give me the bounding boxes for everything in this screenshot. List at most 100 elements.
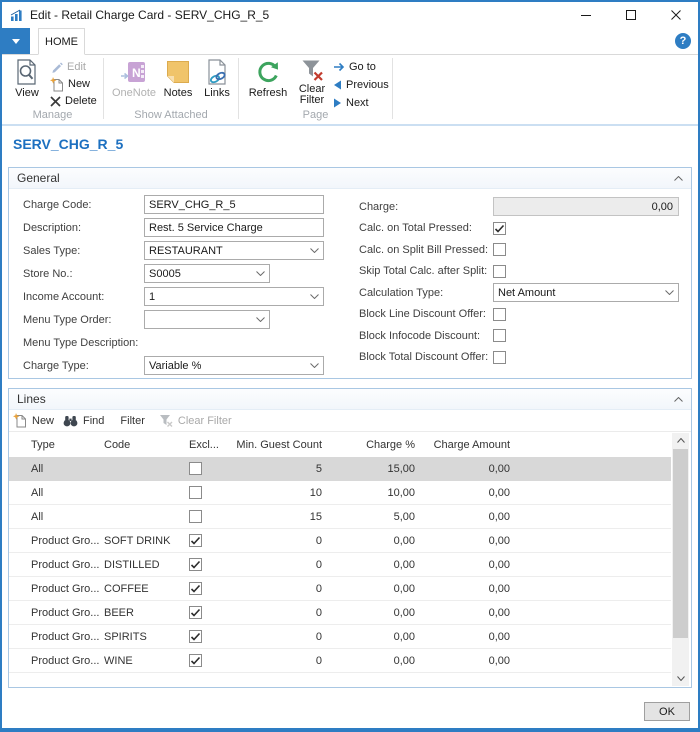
- excl-checkbox[interactable]: [189, 534, 202, 547]
- refresh-button[interactable]: Refresh: [245, 57, 291, 99]
- lines-find-button[interactable]: Find: [63, 415, 104, 427]
- calculation-type-select[interactable]: Net Amount: [493, 283, 679, 302]
- table-row[interactable]: Product Gro... COFFEE 0 0,00 0,00: [9, 577, 671, 601]
- menu-type-description-label: Menu Type Description:: [23, 337, 144, 349]
- income-account-select[interactable]: 1: [144, 287, 324, 306]
- excl-checkbox[interactable]: [189, 558, 202, 571]
- charge-label: Charge:: [359, 201, 493, 213]
- clear-filter-label: ClearFilter: [299, 84, 325, 106]
- vertical-scrollbar[interactable]: [672, 433, 689, 686]
- store-no-value: S0005: [149, 268, 181, 280]
- excl-checkbox[interactable]: [189, 510, 202, 523]
- onenote-button[interactable]: N OneNote: [110, 57, 158, 99]
- charge-type-select[interactable]: Variable %: [144, 356, 324, 375]
- scroll-up-icon[interactable]: [672, 433, 689, 448]
- close-button[interactable]: [653, 2, 698, 28]
- block-infocode-discount-checkbox[interactable]: [493, 329, 506, 342]
- group-label-show-attached: Show Attached: [104, 109, 238, 121]
- table-row[interactable]: Product Gro... SOFT DRINK 0 0,00 0,00: [9, 529, 671, 553]
- goto-arrow-icon: [333, 62, 345, 72]
- column-header-type[interactable]: Type: [9, 439, 104, 451]
- maximize-button[interactable]: [608, 2, 653, 28]
- excl-checkbox[interactable]: [189, 630, 202, 643]
- charge-code-field[interactable]: [144, 195, 324, 214]
- table-row[interactable]: Product Gro... BEER 0 0,00 0,00: [9, 601, 671, 625]
- view-button[interactable]: View: [8, 57, 46, 99]
- block-line-discount-row: Block Line Discount Offer:: [359, 305, 679, 324]
- lines-clear-filter-button[interactable]: Clear Filter: [159, 414, 232, 427]
- ok-button[interactable]: OK: [644, 702, 690, 721]
- table-row[interactable]: Product Gro... WINE 0 0,00 0,00: [9, 649, 671, 673]
- income-account-row: Income Account: 1: [23, 287, 324, 306]
- calc-on-split-row: Calc. on Split Bill Pressed:: [359, 240, 679, 259]
- block-line-discount-checkbox[interactable]: [493, 308, 506, 321]
- general-fasttab-header[interactable]: General: [9, 168, 691, 189]
- links-button[interactable]: Links: [199, 57, 235, 99]
- chevron-down-icon: [310, 363, 319, 368]
- calc-on-split-checkbox[interactable]: [493, 243, 506, 256]
- sales-type-select[interactable]: RESTAURANT: [144, 241, 324, 260]
- svg-text:N: N: [132, 66, 141, 80]
- group-label-manage: Manage: [2, 109, 103, 121]
- edit-retail-charge-card-window: Edit - Retail Charge Card - SERV_CHG_R_5…: [0, 0, 700, 732]
- excl-checkbox[interactable]: [189, 582, 202, 595]
- skip-total-calc-checkbox[interactable]: [493, 265, 506, 278]
- store-no-select[interactable]: S0005: [144, 264, 270, 283]
- delete-button[interactable]: Delete: [50, 93, 97, 109]
- new-document-icon: [50, 77, 64, 92]
- previous-label: Previous: [346, 79, 389, 91]
- clear-filter-button[interactable]: ClearFilter: [292, 57, 332, 106]
- collapse-chevron-up-icon[interactable]: [674, 397, 683, 402]
- table-row[interactable]: All 15 5,00 0,00: [9, 505, 671, 529]
- chevron-down-icon: [256, 317, 265, 322]
- table-row[interactable]: Product Gro... DISTILLED 0 0,00 0,00: [9, 553, 671, 577]
- table-row[interactable]: Product Gro... SPIRITS 0 0,00 0,00: [9, 625, 671, 649]
- menu-type-description-row: Menu Type Description:: [23, 333, 324, 352]
- excl-checkbox[interactable]: [189, 606, 202, 619]
- column-header-charge-amount[interactable]: Charge Amount: [415, 439, 510, 451]
- calc-on-total-checkbox[interactable]: [493, 222, 506, 235]
- lines-new-button[interactable]: New: [13, 413, 54, 428]
- excl-checkbox[interactable]: [189, 486, 202, 499]
- help-button[interactable]: ?: [675, 33, 691, 49]
- view-icon: [15, 57, 39, 87]
- description-field[interactable]: [144, 218, 324, 237]
- menu-type-order-select[interactable]: [144, 310, 270, 329]
- sales-type-label: Sales Type:: [23, 245, 144, 257]
- charge-code-label: Charge Code:: [23, 199, 144, 211]
- table-row[interactable]: All 5 15,00 0,00: [9, 457, 671, 481]
- calculation-type-value: Net Amount: [498, 287, 555, 299]
- previous-button[interactable]: Previous: [333, 77, 389, 93]
- scroll-down-icon[interactable]: [672, 671, 689, 686]
- excl-checkbox[interactable]: [189, 462, 202, 475]
- column-header-excl[interactable]: Excl...: [189, 439, 229, 451]
- table-row[interactable]: All 10 10,00 0,00: [9, 481, 671, 505]
- column-header-charge-pct[interactable]: Charge %: [322, 439, 415, 451]
- column-header-min-guest-count[interactable]: Min. Guest Count: [229, 439, 322, 451]
- tab-home[interactable]: HOME: [38, 28, 85, 55]
- application-menu-button[interactable]: [2, 28, 30, 54]
- goto-button[interactable]: Go to: [333, 59, 376, 75]
- general-right-column: Charge: 0,00 Calc. on Total Pressed: Cal…: [359, 197, 679, 369]
- minimize-button[interactable]: [563, 2, 608, 28]
- calculation-type-label: Calculation Type:: [359, 287, 493, 299]
- scrollbar-thumb[interactable]: [673, 449, 688, 638]
- excl-checkbox[interactable]: [189, 654, 202, 667]
- links-label: Links: [204, 88, 230, 99]
- new-button[interactable]: New: [50, 76, 90, 92]
- lines-filter-button[interactable]: Filter: [120, 415, 144, 427]
- chevron-down-icon: [12, 39, 20, 44]
- window-title: Edit - Retail Charge Card - SERV_CHG_R_5: [30, 8, 269, 22]
- chevron-down-icon: [310, 248, 319, 253]
- income-account-value: 1: [149, 291, 155, 303]
- block-total-discount-checkbox[interactable]: [493, 351, 506, 364]
- column-header-code[interactable]: Code: [104, 439, 189, 451]
- close-icon: [671, 10, 681, 20]
- lines-table: Type Code Excl... Min. Guest Count Charg…: [9, 433, 671, 686]
- lines-fasttab-header[interactable]: Lines: [9, 389, 691, 410]
- goto-label: Go to: [349, 61, 376, 73]
- menu-type-order-row: Menu Type Order:: [23, 310, 324, 329]
- collapse-chevron-up-icon[interactable]: [674, 176, 683, 181]
- notes-button[interactable]: Notes: [160, 57, 196, 99]
- edit-button[interactable]: Edit: [51, 59, 86, 75]
